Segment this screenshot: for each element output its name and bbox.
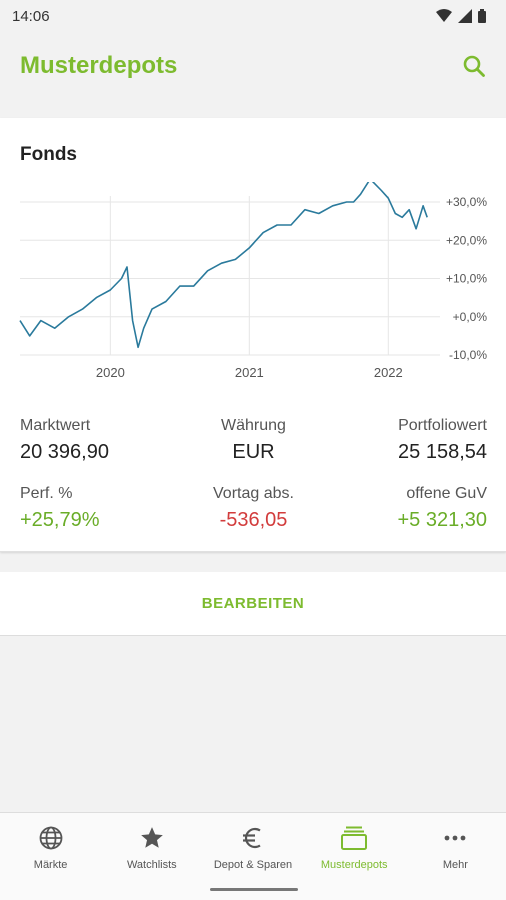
stat-currency: Währung EUR xyxy=(221,417,286,463)
wifi-icon xyxy=(436,9,452,22)
stats-row-2: Perf. % +25,79% Vortag abs. -536,05 offe… xyxy=(20,484,487,534)
stats-row-1: Marktwert 20 396,90 Währung EUR Portfoli… xyxy=(20,416,487,466)
stat-open-pnl: offene GuV +5 321,30 xyxy=(397,485,487,531)
portfolio-stats: Marktwert 20 396,90 Währung EUR Portfoli… xyxy=(20,416,487,534)
stat-previous-day: Vortag abs. -536,05 xyxy=(213,485,294,531)
y-tick-label: -10,0% xyxy=(449,348,487,362)
x-tick-label: 2020 xyxy=(96,365,125,380)
star-icon xyxy=(140,827,163,848)
more-dots-icon xyxy=(445,835,466,841)
folder-stack-icon xyxy=(341,826,368,850)
edit-button[interactable]: BEARBEITEN xyxy=(202,595,305,612)
x-tick-label: 2021 xyxy=(235,365,264,380)
euro-icon xyxy=(243,827,261,849)
nav-item-depot-sparen[interactable]: Depot & Sparen xyxy=(202,813,303,900)
signal-icon xyxy=(458,9,472,23)
performance-chart: +30,0% +20,0% +10,0% +0,0% -10,0% 2020 2021 202… xyxy=(19,182,488,380)
search-icon[interactable] xyxy=(462,54,486,78)
nav-item-maerkte[interactable]: Märkte xyxy=(0,813,101,900)
stat-performance: Perf. % +25,79% xyxy=(20,485,100,531)
y-tick-label: +0,0% xyxy=(453,310,488,324)
y-tick-label: +30,0% xyxy=(446,195,487,209)
home-indicator xyxy=(210,888,298,891)
y-tick-label: +20,0% xyxy=(446,233,487,247)
app-bar: Musterdepots xyxy=(0,32,506,100)
battery-icon xyxy=(478,9,486,23)
bottom-navigation: Märkte Watchlists Depot & Sparen Musterd… xyxy=(0,812,506,900)
portfolio-card[interactable]: Fonds +30,0% +20,0% +10,0% +0,0% -10,0% 2020 2… xyxy=(0,118,506,552)
status-icons xyxy=(436,9,486,23)
stat-portfolio-value: Portfoliowert 25 158,54 xyxy=(398,417,487,463)
nav-item-watchlists[interactable]: Watchlists xyxy=(101,813,202,900)
portfolio-title: Fonds xyxy=(20,144,77,165)
stat-market-value: Marktwert 20 396,90 xyxy=(20,417,109,463)
x-tick-label: 2022 xyxy=(374,365,403,380)
edit-bar: BEARBEITEN xyxy=(0,572,506,636)
status-time: 14:06 xyxy=(12,7,50,25)
page-title: Musterdepots xyxy=(20,52,178,79)
y-tick-label: +10,0% xyxy=(446,272,487,286)
series-line xyxy=(19,182,428,349)
nav-item-mehr[interactable]: Mehr xyxy=(405,813,506,900)
status-bar: 14:06 xyxy=(0,0,506,32)
globe-icon xyxy=(39,826,62,850)
nav-item-musterdepots[interactable]: Musterdepots xyxy=(304,813,405,900)
